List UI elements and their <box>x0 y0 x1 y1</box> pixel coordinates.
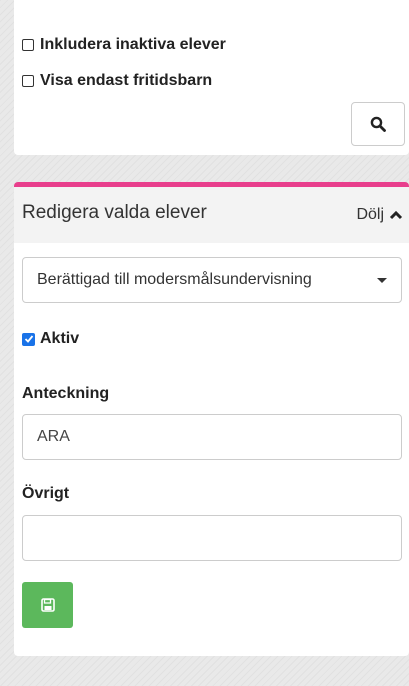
hide-panel-toggle[interactable]: Dölj <box>356 206 403 224</box>
other-input[interactable] <box>22 515 402 561</box>
floppy-disk-icon <box>40 598 55 612</box>
save-button[interactable] <box>22 582 73 628</box>
note-label: Anteckning <box>22 385 110 402</box>
status-select-value: Berättigad till modersmålsundervisning <box>37 271 312 288</box>
edit-panel-header: Redigera valda elever Dölj <box>14 187 409 243</box>
caret-down-icon <box>377 277 387 283</box>
include-inactive-label: Inkludera inaktiva elever <box>40 36 226 53</box>
checkmark-icon <box>24 335 33 343</box>
filter-panel: Inkludera inaktiva elever Visa endast fr… <box>14 0 409 155</box>
edit-selected-students-panel: Redigera valda elever Dölj Berättigad ti… <box>14 182 409 656</box>
include-inactive-checkbox-row[interactable]: Inkludera inaktiva elever <box>22 36 226 54</box>
only-afterschool-label: Visa endast fritidsbarn <box>40 72 213 89</box>
active-checkbox-row[interactable]: Aktiv <box>22 330 79 348</box>
hide-panel-label: Dölj <box>356 206 384 223</box>
search-icon <box>370 116 386 132</box>
include-inactive-checkbox[interactable] <box>22 39 34 51</box>
search-button[interactable] <box>351 102 405 146</box>
note-input[interactable] <box>22 414 402 460</box>
status-select[interactable]: Berättigad till modersmålsundervisning <box>22 257 402 303</box>
chevron-up-icon <box>389 210 403 220</box>
edit-panel-title: Redigera valda elever <box>22 202 207 223</box>
active-checkbox[interactable] <box>22 332 35 346</box>
active-label: Aktiv <box>40 330 80 347</box>
only-afterschool-checkbox-row[interactable]: Visa endast fritidsbarn <box>22 72 212 90</box>
only-afterschool-checkbox[interactable] <box>22 75 34 87</box>
other-label: Övrigt <box>22 485 70 502</box>
